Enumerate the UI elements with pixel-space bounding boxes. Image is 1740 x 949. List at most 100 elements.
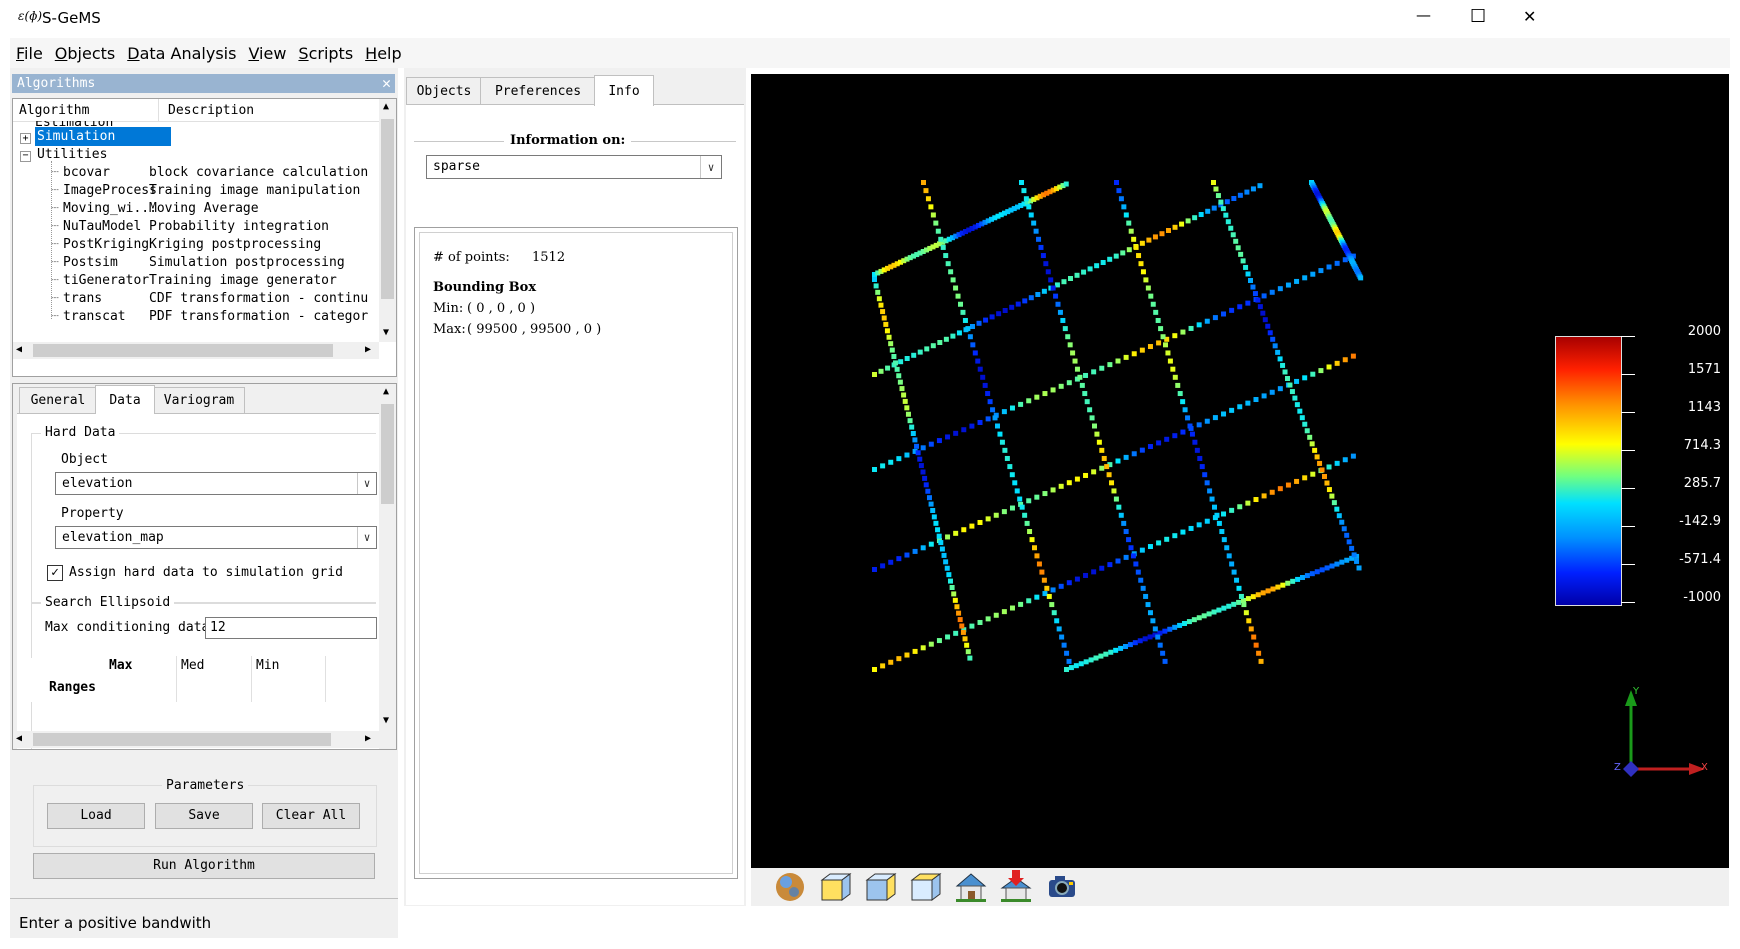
scroll-right-icon[interactable]: ▶ bbox=[365, 733, 371, 744]
tree-item-nutaumodel[interactable]: ┄ NuTauModel Probability integration bbox=[51, 217, 329, 237]
scroll-thumb[interactable] bbox=[381, 404, 394, 504]
tree-item-postkriging[interactable]: ┄ PostKriging Kriging postprocessing bbox=[51, 235, 321, 255]
scroll-thumb[interactable] bbox=[33, 344, 333, 357]
tree-vertical-scrollbar[interactable]: ▲ ▼ bbox=[379, 99, 396, 342]
close-button[interactable]: ✕ bbox=[1523, 7, 1536, 26]
params-vertical-scrollbar[interactable]: ▲ ▼ bbox=[379, 384, 396, 731]
expand-icon[interactable]: + bbox=[20, 133, 31, 144]
tab-preferences[interactable]: Preferences bbox=[480, 77, 596, 105]
sample-segment bbox=[1054, 282, 1060, 288]
3d-viewer-canvas[interactable]: 2000 1571 1143 714.3 285.7 -142.9 -571.4… bbox=[751, 74, 1729, 868]
set-home-icon[interactable] bbox=[999, 870, 1033, 904]
sample-segment bbox=[1065, 334, 1071, 340]
scroll-thumb[interactable] bbox=[33, 733, 331, 746]
chevron-down-icon[interactable]: ∨ bbox=[357, 473, 376, 494]
sample-segment bbox=[1324, 565, 1330, 571]
sample-segment bbox=[1344, 532, 1350, 538]
globe-icon[interactable] bbox=[773, 870, 807, 904]
snapshot-camera-icon[interactable] bbox=[1045, 870, 1079, 904]
max-conditioning-input[interactable]: 12 bbox=[205, 617, 377, 639]
cube-front-icon[interactable] bbox=[818, 870, 852, 904]
run-algorithm-button[interactable]: Run Algorithm bbox=[33, 853, 375, 879]
sample-segment bbox=[1221, 411, 1227, 417]
sample-segment bbox=[961, 427, 967, 433]
sample-segment bbox=[1177, 622, 1183, 628]
column-header-algorithm[interactable]: Algorithm bbox=[19, 103, 89, 118]
clear-all-button[interactable]: Clear All bbox=[262, 803, 360, 829]
tree-item-tigenerator[interactable]: ┄ tiGenerator Training image generator bbox=[51, 271, 337, 291]
algorithm-description: block covariance calculation bbox=[149, 165, 369, 180]
collapse-icon[interactable]: − bbox=[20, 151, 31, 162]
sample-segment bbox=[1140, 585, 1146, 591]
sample-segment bbox=[1077, 374, 1083, 380]
axis-x-label: X bbox=[1701, 762, 1708, 773]
tree-item-bcovar[interactable]: ┄ bcovar block covariance calculation bbox=[51, 163, 368, 183]
sample-segment bbox=[896, 373, 902, 379]
tree-item-moving-window[interactable]: ┄ Moving_wi... Moving Average bbox=[51, 199, 259, 219]
menu-scripts[interactable]: Scripts bbox=[292, 38, 359, 69]
assign-hard-data-checkbox[interactable]: ✓ bbox=[47, 565, 63, 581]
tab-objects[interactable]: Objects bbox=[406, 77, 482, 105]
menu-help[interactable]: Help bbox=[359, 38, 407, 69]
info-object-select[interactable]: sparse ∨ bbox=[426, 155, 722, 179]
scroll-left-icon[interactable]: ◀ bbox=[16, 733, 22, 744]
menu-file[interactable]: File bbox=[10, 38, 49, 69]
sample-segment bbox=[923, 482, 929, 488]
scroll-thumb[interactable] bbox=[381, 119, 394, 299]
scroll-up-icon[interactable]: ▲ bbox=[383, 386, 389, 397]
tick bbox=[1621, 336, 1635, 337]
cube-top-icon[interactable] bbox=[908, 870, 942, 904]
property-select[interactable]: elevation_map ∨ bbox=[55, 526, 377, 549]
tree-item-trans[interactable]: ┄ trans CDF transformation - continu bbox=[51, 289, 368, 309]
tree-item-transcat[interactable]: ┄ transcat PDF transformation - categor bbox=[51, 307, 368, 327]
tree-node-simulation[interactable]: Simulation bbox=[35, 127, 171, 146]
params-horizontal-scrollbar[interactable]: ◀ ▶ bbox=[13, 731, 379, 748]
sample-segment bbox=[880, 463, 886, 469]
minimize-button[interactable]: — bbox=[1416, 6, 1431, 24]
sample-segment bbox=[1196, 422, 1202, 428]
tree-item-imageprocess[interactable]: ┄ ImageProcess Training image manipulation bbox=[51, 181, 360, 201]
dock-close-icon[interactable]: ✕ bbox=[382, 74, 391, 92]
sample-segment bbox=[1113, 647, 1119, 653]
tick bbox=[1621, 564, 1635, 565]
menu-data-analysis[interactable]: Data Analysis bbox=[121, 38, 242, 69]
menu-objects[interactable]: Objects bbox=[49, 38, 121, 69]
sample-segment bbox=[1131, 351, 1137, 357]
maximize-button[interactable]: ☐ bbox=[1470, 6, 1486, 27]
scroll-right-icon[interactable]: ▶ bbox=[365, 344, 371, 355]
column-header-description[interactable]: Description bbox=[168, 103, 254, 118]
save-button[interactable]: Save bbox=[155, 803, 253, 829]
object-select[interactable]: elevation ∨ bbox=[55, 472, 377, 495]
sample-segment bbox=[1099, 465, 1105, 471]
algorithm-description: PDF transformation - categor bbox=[149, 309, 369, 324]
sample-segment bbox=[1060, 317, 1066, 323]
scroll-left-icon[interactable]: ◀ bbox=[16, 344, 22, 355]
column-divider bbox=[158, 99, 159, 121]
chevron-down-icon[interactable]: ∨ bbox=[357, 527, 376, 548]
tab-data[interactable]: Data bbox=[95, 385, 155, 414]
algorithm-tree[interactable]: Algorithm Description Estimation + Simul… bbox=[12, 98, 397, 377]
tab-general[interactable]: General bbox=[19, 387, 97, 413]
load-button[interactable]: Load bbox=[47, 803, 145, 829]
sample-segment bbox=[1036, 236, 1042, 242]
sample-segment bbox=[1002, 447, 1008, 453]
sample-segment bbox=[1180, 329, 1186, 335]
sample-segment bbox=[1344, 557, 1350, 563]
tree-item-postsim[interactable]: ┄ Postsim Simulation postprocessing bbox=[51, 253, 345, 273]
tab-variogram[interactable]: Variogram bbox=[153, 387, 245, 413]
sample-segment bbox=[1114, 180, 1119, 185]
menu-view[interactable]: View bbox=[242, 38, 292, 69]
cube-side-icon[interactable] bbox=[863, 870, 897, 904]
scale-label: 1571 bbox=[1687, 362, 1721, 377]
home-icon[interactable] bbox=[954, 870, 988, 904]
tree-node-utilities[interactable]: Utilities bbox=[37, 145, 107, 165]
scroll-down-icon[interactable]: ▼ bbox=[383, 715, 389, 726]
sample-segment bbox=[936, 438, 942, 444]
scroll-down-icon[interactable]: ▼ bbox=[383, 327, 389, 338]
tab-info[interactable]: Info bbox=[594, 75, 654, 106]
scroll-up-icon[interactable]: ▲ bbox=[383, 101, 389, 112]
sample-segment bbox=[970, 342, 976, 348]
tree-horizontal-scrollbar[interactable]: ◀ ▶ bbox=[13, 342, 379, 359]
color-scale-ticks bbox=[1621, 336, 1635, 606]
chevron-down-icon[interactable]: ∨ bbox=[700, 156, 721, 178]
